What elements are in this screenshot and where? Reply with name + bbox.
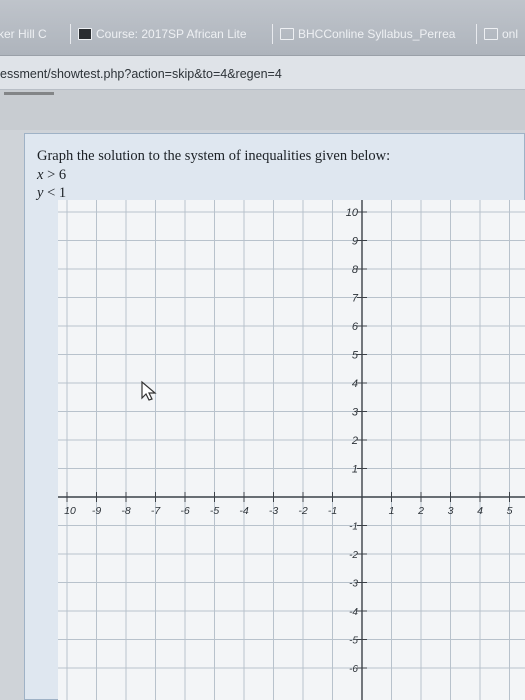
x-tick-label: 4 [477,505,483,517]
x-tick-label: -2 [298,505,307,517]
x-tick-label: -4 [239,505,248,517]
x-tick-label: 5 [507,505,513,517]
mouse-cursor-icon [141,380,157,401]
y-tick-label: 5 [352,350,359,362]
y-tick-label: -1 [349,522,358,533]
y-tick-label: -6 [349,664,358,675]
bookmark-separator [70,24,71,44]
inequality-op: > [47,167,56,183]
x-tick-label: -8 [121,505,130,517]
x-tick-label: -1 [328,505,337,517]
bookmark-label: ker Hill C [0,27,47,41]
bookmark-item[interactable]: onl [480,22,522,46]
bookmarks-bar: ker Hill C Course: 2017SP African Lite B… [0,0,525,56]
bookmark-item[interactable]: Course: 2017SP African Lite [74,22,251,46]
bookmark-separator [476,24,477,44]
y-tick-label: -5 [349,636,358,647]
page-header-band [0,90,525,130]
bookmark-item[interactable]: BHCConline Syllabus_Perrea [276,22,459,46]
y-tick-label: -3 [349,579,358,590]
graph-area[interactable]: 10 -9 -8 -7 -6 -5 -4 -3 -2 -1 1 2 3 4 5 1 2 3 4 5 6 7 8 9 10 -1 -2… [58,200,525,700]
y-tick-label: 1 [352,464,358,476]
y-tick-label: 3 [352,407,359,419]
inequality-var: x [37,167,44,183]
x-tick-label: -3 [269,505,278,517]
bookmark-label: Course: 2017SP African Lite [96,27,247,41]
header-divider [4,92,54,95]
y-tick-label: 8 [352,264,359,276]
x-tick-label: 1 [389,505,395,517]
y-tick-label: -4 [349,607,358,618]
bookmark-label: BHCConline Syllabus_Perrea [298,27,456,41]
bookmark-label: onl [502,27,519,41]
address-bar[interactable]: essment/showtest.php?action=skip&to=4&re… [0,56,525,90]
page-icon [280,28,294,40]
x-tick-label: -9 [92,505,101,517]
y-tick-label: 6 [352,321,359,333]
x-tick-label: 10 [64,505,76,517]
y-tick-label: -2 [349,550,358,561]
y-tick-label: 9 [352,236,358,248]
x-tick-label: -6 [180,505,189,517]
inequality-op: < [47,185,56,201]
inequality-value: 1 [58,185,67,201]
inequality-value: 6 [58,167,67,183]
y-tick-label: 7 [352,293,359,305]
inequality-1: x > 6 [37,167,66,184]
inequality-var: y [37,185,44,201]
url-text: essment/showtest.php?action=skip&to=4&re… [0,67,282,81]
coordinate-grid[interactable]: 10 -9 -8 -7 -6 -5 -4 -3 -2 -1 1 2 3 4 5 1 2 3 4 5 6 7 8 9 10 -1 -2… [58,200,525,700]
x-tick-label: 2 [417,505,424,517]
bookmark-dark-icon [78,28,92,40]
y-tick-label: 4 [352,378,358,390]
page-icon [484,28,498,40]
x-tick-label: -5 [210,505,219,517]
y-tick-label: 10 [346,207,359,219]
y-tick-label: 2 [351,435,358,447]
x-tick-label: -7 [151,505,161,517]
bookmark-separator [272,24,273,44]
question-prompt: Graph the solution to the system of ineq… [37,148,391,164]
x-tick-label: 3 [448,505,454,517]
bookmark-item[interactable]: ker Hill C [0,22,51,46]
